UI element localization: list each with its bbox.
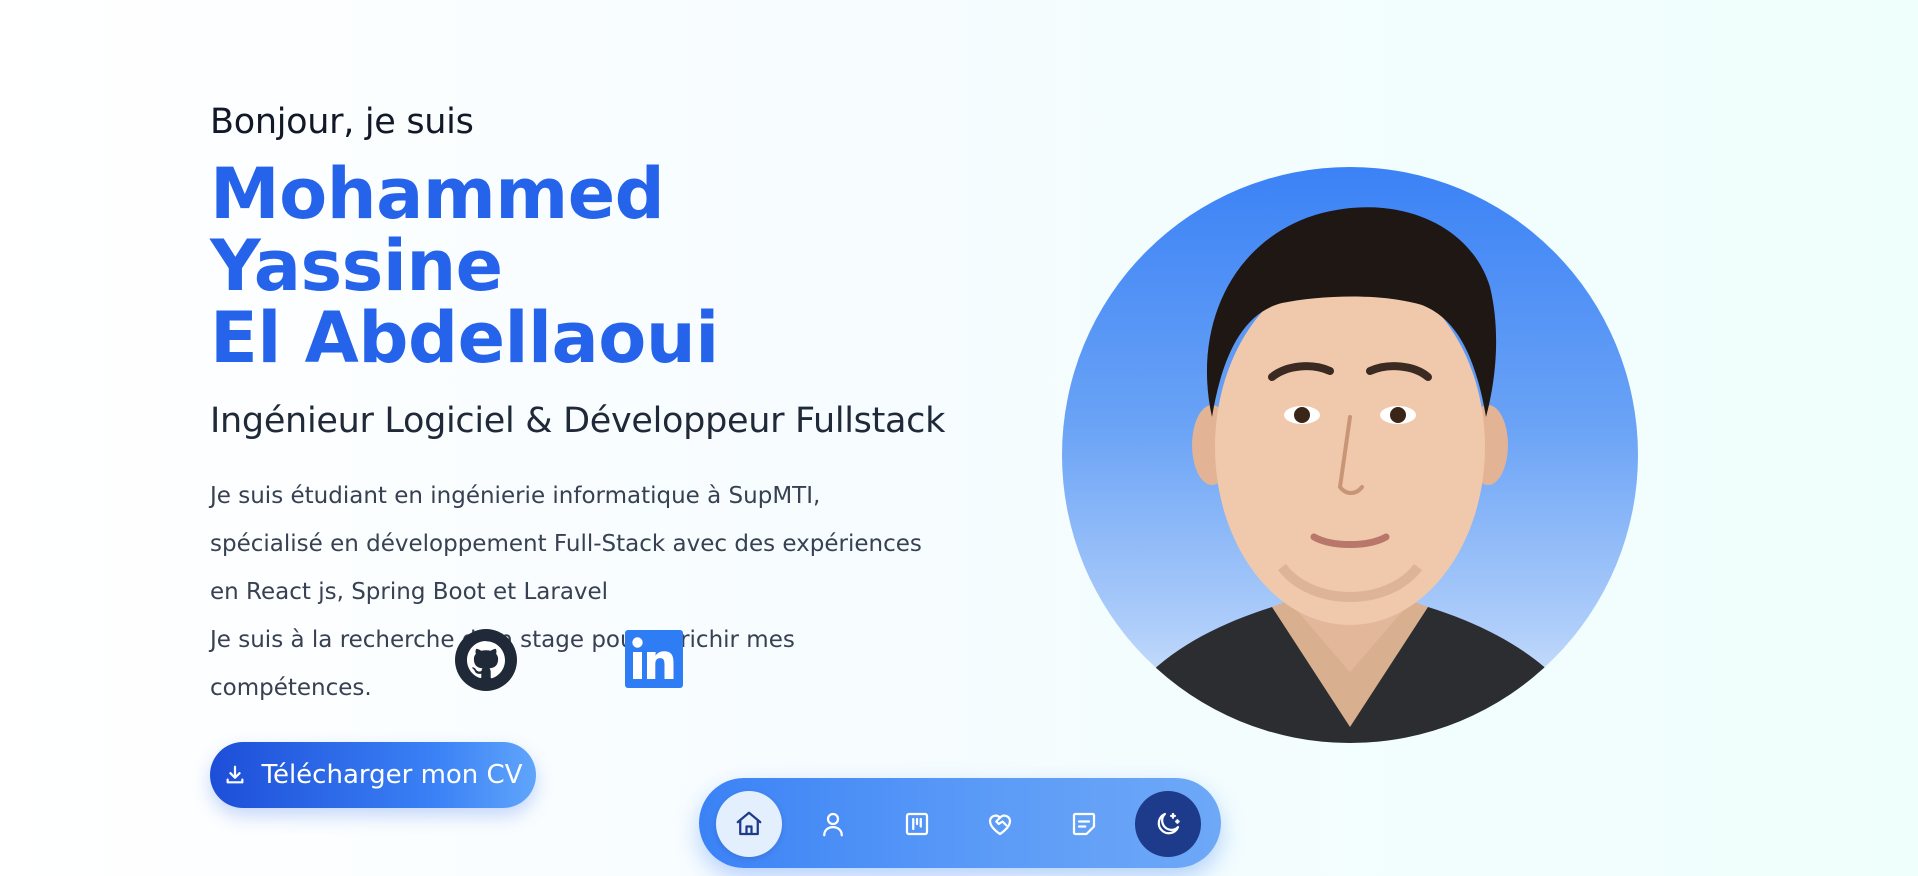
job-title: Ingénieur Logiciel & Développeur Fullsta… xyxy=(210,401,946,441)
download-icon xyxy=(226,765,243,784)
nav-contact-button[interactable] xyxy=(1051,791,1117,857)
hero-section: Bonjour, je suis Mohammed Yassine El Abd… xyxy=(210,96,970,712)
profile-photo xyxy=(1062,167,1638,743)
social-links xyxy=(454,628,684,692)
github-icon xyxy=(455,629,517,691)
bottom-navbar xyxy=(699,778,1221,868)
nav-skills-button[interactable] xyxy=(967,791,1033,857)
moon-stars-icon xyxy=(1157,812,1180,835)
theme-toggle-button[interactable] xyxy=(1135,791,1201,857)
nav-about-button[interactable] xyxy=(800,791,866,857)
heart-handshake-icon xyxy=(988,814,1012,836)
linkedin-icon xyxy=(625,630,683,688)
greeting-text: Bonjour, je suis xyxy=(210,102,474,142)
bio-paragraph: Je suis étudiant en ingénierie informati… xyxy=(210,483,922,605)
hero-name-line1: Mohammed Yassine xyxy=(210,153,665,307)
hero-name-line2: El Abdellaoui xyxy=(210,297,719,379)
hero-name: Mohammed Yassine El Abdellaoui xyxy=(210,158,970,374)
user-icon xyxy=(823,812,843,837)
github-link[interactable] xyxy=(454,628,518,692)
message-square-icon xyxy=(1072,812,1096,836)
profile-portrait xyxy=(1102,207,1602,743)
nav-projects-button[interactable] xyxy=(884,791,950,857)
download-cv-label: Télécharger mon CV xyxy=(261,760,523,790)
download-cv-button[interactable]: Télécharger mon CV xyxy=(210,742,536,808)
kanban-icon xyxy=(905,812,929,836)
home-icon xyxy=(736,811,762,836)
linkedin-link[interactable] xyxy=(625,630,683,688)
nav-home-button[interactable] xyxy=(716,791,782,857)
